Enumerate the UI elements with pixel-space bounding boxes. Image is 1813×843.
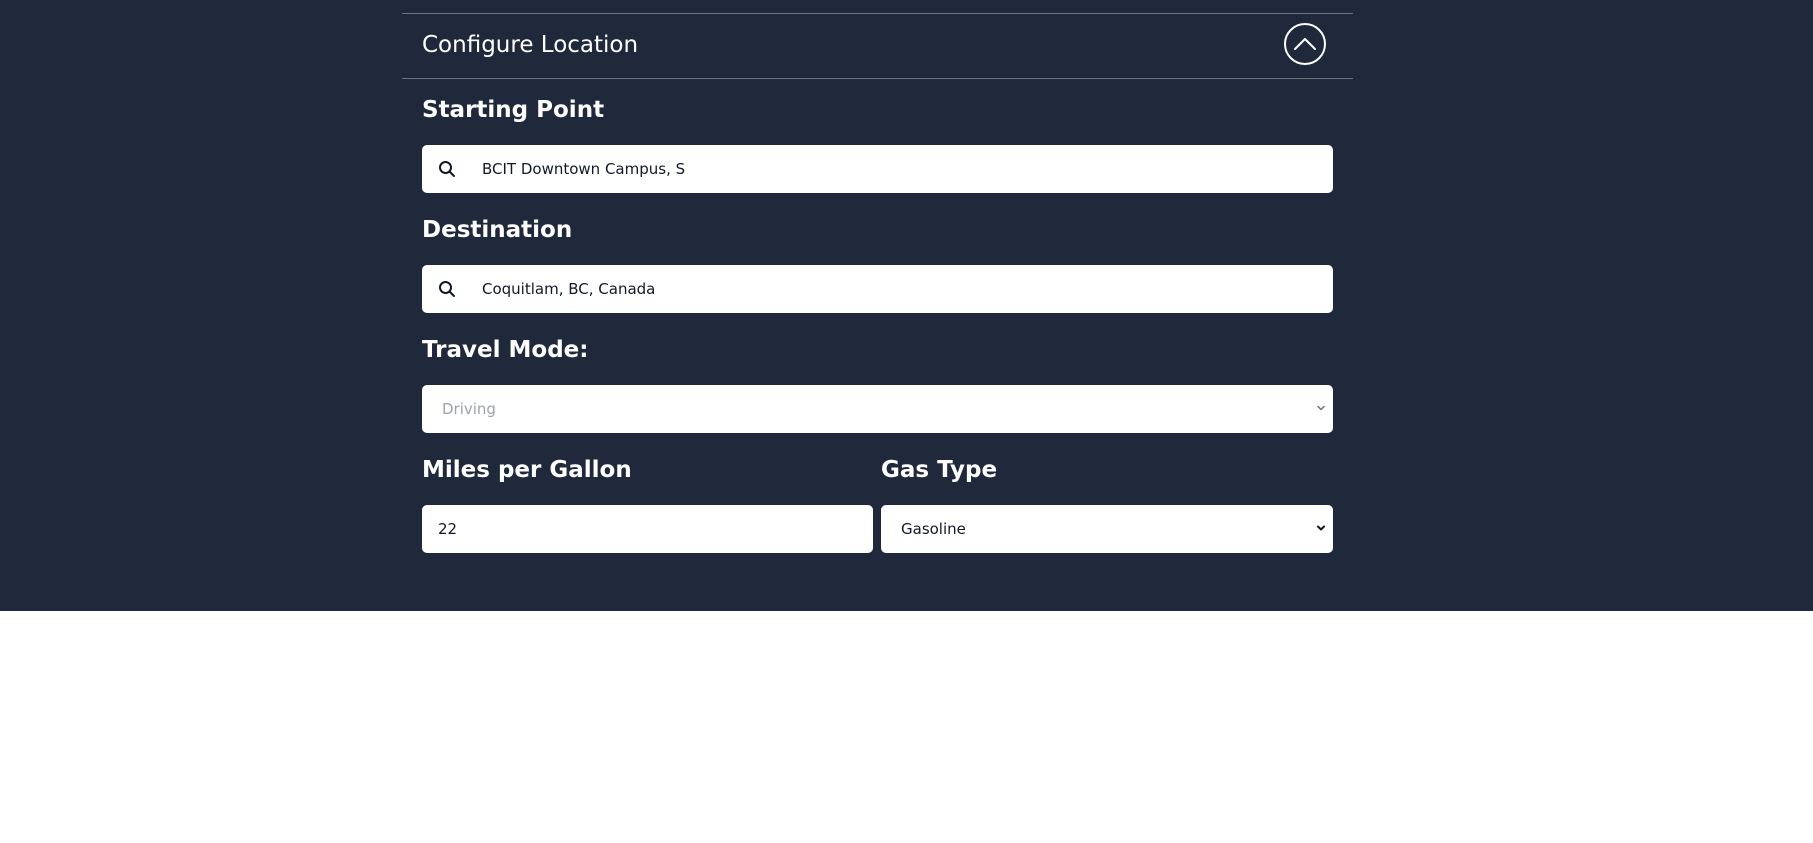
- chevron-down-icon: [1317, 525, 1325, 531]
- gas-type-select[interactable]: Gasoline: [881, 505, 1333, 553]
- starting-point-field: [422, 145, 1333, 193]
- gas-type-label: Gas Type: [881, 457, 998, 483]
- travel-mode-selected: Driving: [442, 400, 496, 418]
- mpg-field: [422, 505, 873, 553]
- search-icon: [439, 161, 455, 177]
- travel-mode-label: Travel Mode:: [422, 337, 589, 363]
- configure-location-panel: Configure Location Starting Point Destin…: [0, 0, 1813, 611]
- destination-label: Destination: [422, 217, 573, 243]
- chevron-up-icon: [1294, 38, 1316, 50]
- destination-field: [422, 265, 1333, 313]
- collapse-button[interactable]: [1284, 23, 1326, 65]
- travel-mode-select[interactable]: Driving: [422, 385, 1333, 433]
- panel-header: Configure Location: [402, 13, 1353, 79]
- mpg-input[interactable]: [438, 505, 861, 553]
- configure-location-container: Configure Location Starting Point Destin…: [402, 13, 1353, 553]
- starting-point-input[interactable]: [482, 145, 1321, 193]
- panel-title: Configure Location: [422, 32, 639, 58]
- chevron-down-icon: [1317, 405, 1325, 411]
- search-icon: [439, 281, 455, 297]
- destination-input[interactable]: [482, 265, 1321, 313]
- gas-type-selected: Gasoline: [901, 520, 966, 538]
- starting-point-label: Starting Point: [422, 97, 605, 123]
- mpg-label: Miles per Gallon: [422, 457, 632, 483]
